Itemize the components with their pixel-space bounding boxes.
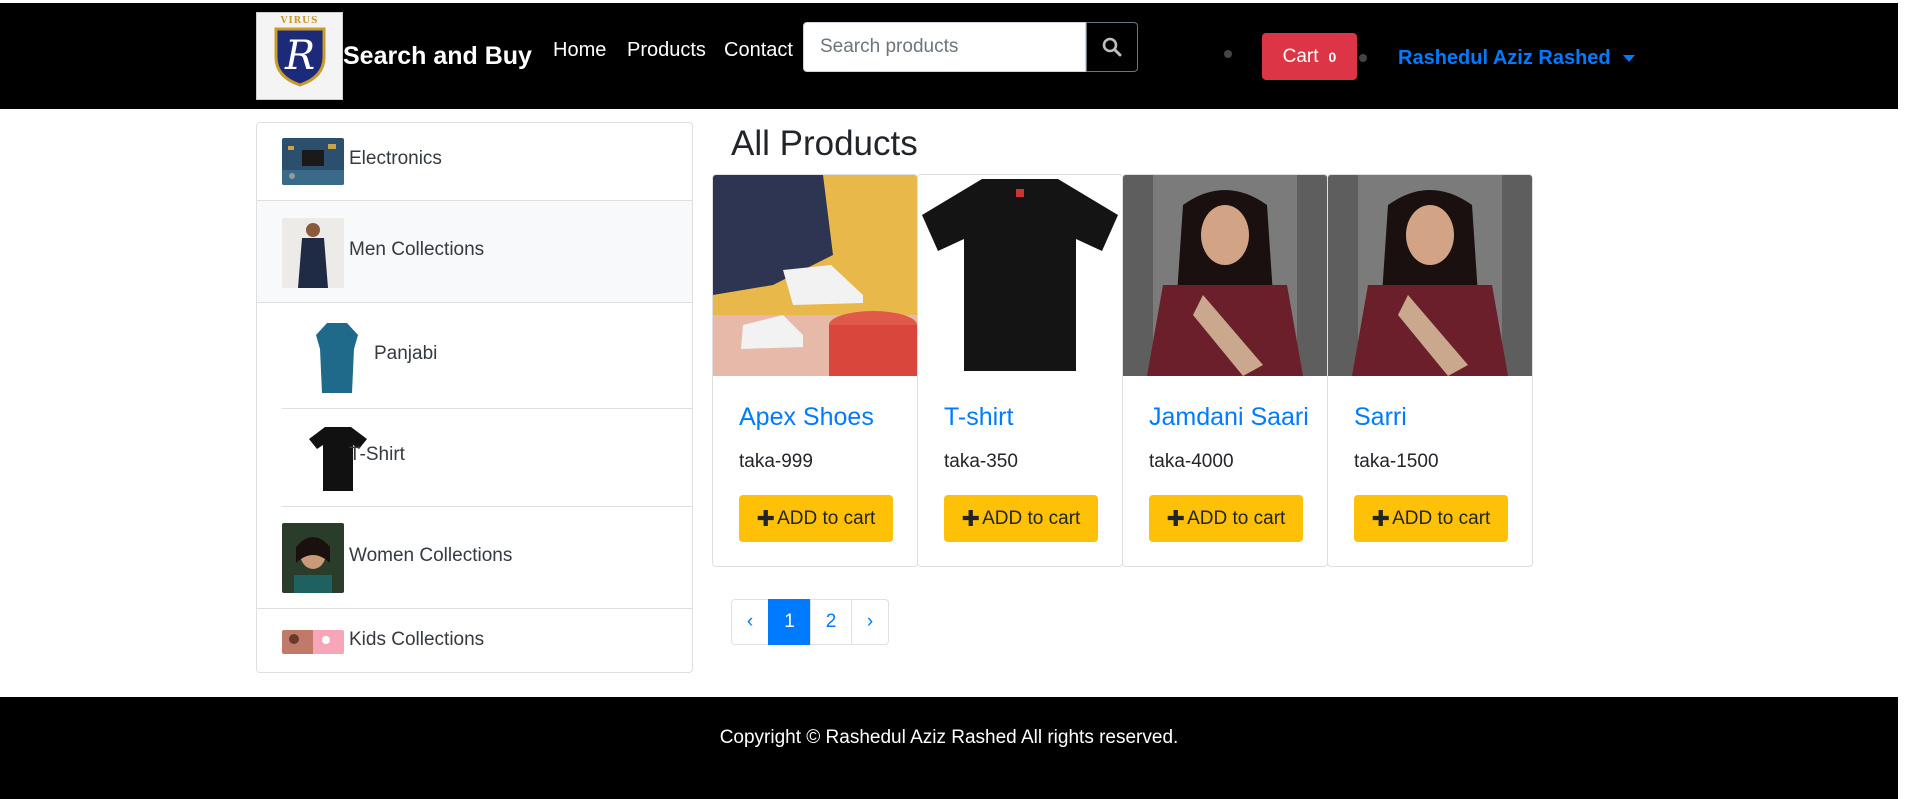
product-title[interactable]: Apex Shoes	[739, 403, 874, 432]
product-title[interactable]: Jamdani Saari	[1149, 403, 1309, 432]
add-to-cart-label: ADD to cart	[1392, 507, 1491, 529]
add-to-cart-button[interactable]: ✚ ADD to cart	[1354, 495, 1508, 542]
men-collections-thumbnail	[282, 218, 344, 288]
category-electronics[interactable]: Electronics	[257, 123, 692, 201]
cart-count-badge: 0	[1328, 48, 1337, 65]
page-edge	[1898, 0, 1906, 799]
product-card: Apex Shoes taka-999 ✚ ADD to cart	[712, 174, 918, 567]
add-to-cart-button[interactable]: ✚ ADD to cart	[944, 495, 1098, 542]
footer-copyright: Copyright © Rashedul Aziz Rashed All rig…	[719, 727, 1179, 748]
footer: Copyright © Rashedul Aziz Rashed All rig…	[0, 697, 1898, 799]
add-to-cart-button[interactable]: ✚ ADD to cart	[739, 495, 893, 542]
plus-icon: ✚	[961, 505, 981, 531]
search-input[interactable]	[803, 22, 1086, 72]
pagination-page-2[interactable]: 2	[810, 599, 852, 645]
cart-button[interactable]: Cart 0	[1262, 33, 1357, 80]
product-image-sarri[interactable]	[1328, 175, 1532, 376]
category-label: Electronics	[349, 148, 442, 169]
nav-divider-dot	[1224, 50, 1232, 58]
brand-logo[interactable]: VIRUS R	[256, 12, 343, 100]
product-price: taka-350	[944, 451, 1018, 472]
panjabi-thumbnail	[312, 319, 362, 393]
nav-products[interactable]: Products	[627, 39, 706, 62]
product-price: taka-4000	[1149, 451, 1234, 472]
nav-divider-dot	[1359, 54, 1367, 62]
search-icon	[1102, 37, 1122, 57]
category-t-shirt[interactable]: T-Shirt	[282, 409, 692, 507]
logo-letter: R	[283, 33, 314, 79]
kids-collections-thumbnail	[282, 630, 344, 654]
pagination: ‹ 1 2 ›	[731, 599, 889, 645]
category-label: Kids Collections	[349, 629, 485, 650]
plus-icon: ✚	[1166, 505, 1186, 531]
product-card: Sarri taka-1500 ✚ ADD to cart	[1327, 174, 1533, 567]
product-card: T-shirt taka-350 ✚ ADD to cart	[917, 174, 1123, 567]
search-button[interactable]	[1086, 22, 1138, 72]
product-title[interactable]: T-shirt	[944, 403, 1013, 432]
add-to-cart-label: ADD to cart	[1187, 507, 1286, 529]
add-to-cart-button[interactable]: ✚ ADD to cart	[1149, 495, 1303, 542]
plus-icon: ✚	[1371, 505, 1391, 531]
user-name: Rashedul Aziz Rashed	[1398, 47, 1611, 69]
nav-home[interactable]: Home	[553, 39, 606, 62]
pagination-next[interactable]: ›	[851, 599, 889, 645]
category-kids-collections[interactable]: Kids Collections	[257, 609, 692, 672]
user-menu-dropdown[interactable]: Rashedul Aziz Rashed	[1398, 47, 1635, 70]
product-title[interactable]: Sarri	[1354, 403, 1407, 432]
pagination-page-1[interactable]: 1	[768, 599, 811, 645]
category-label: Panjabi	[374, 343, 438, 364]
product-card: Jamdani Saari taka-4000 ✚ ADD to cart	[1122, 174, 1328, 567]
product-price: taka-999	[739, 451, 813, 472]
add-to-cart-label: ADD to cart	[982, 507, 1081, 529]
category-sidebar: Electronics Men Collections Panjabi T-Sh…	[256, 122, 693, 673]
electronics-thumbnail	[282, 138, 344, 185]
plus-icon: ✚	[756, 505, 776, 531]
nav-contact[interactable]: Contact	[724, 39, 793, 62]
shield-icon: R	[274, 27, 325, 87]
product-price: taka-1500	[1354, 451, 1439, 472]
category-women-collections[interactable]: Women Collections	[257, 507, 692, 609]
category-label: Women Collections	[349, 545, 513, 566]
cart-label: Cart	[1282, 45, 1319, 67]
category-men-collections[interactable]: Men Collections	[257, 201, 692, 303]
product-image-apex-shoes[interactable]	[713, 175, 917, 376]
logo-caption: VIRUS	[280, 16, 319, 26]
page-title: All Products	[731, 124, 918, 163]
pagination-prev[interactable]: ‹	[731, 599, 769, 645]
product-image-jamdani-saari[interactable]	[1123, 175, 1327, 376]
category-panjabi[interactable]: Panjabi	[282, 303, 692, 409]
product-image-t-shirt[interactable]	[918, 175, 1122, 376]
category-label: T-Shirt	[349, 444, 405, 465]
navbar: VIRUS R Search and Buy Home Products Con…	[0, 3, 1898, 109]
category-label: Men Collections	[349, 239, 485, 260]
add-to-cart-label: ADD to cart	[777, 507, 876, 529]
chevron-down-icon	[1622, 55, 1635, 62]
brand-name[interactable]: Search and Buy	[343, 42, 532, 71]
women-collections-thumbnail	[282, 523, 344, 593]
